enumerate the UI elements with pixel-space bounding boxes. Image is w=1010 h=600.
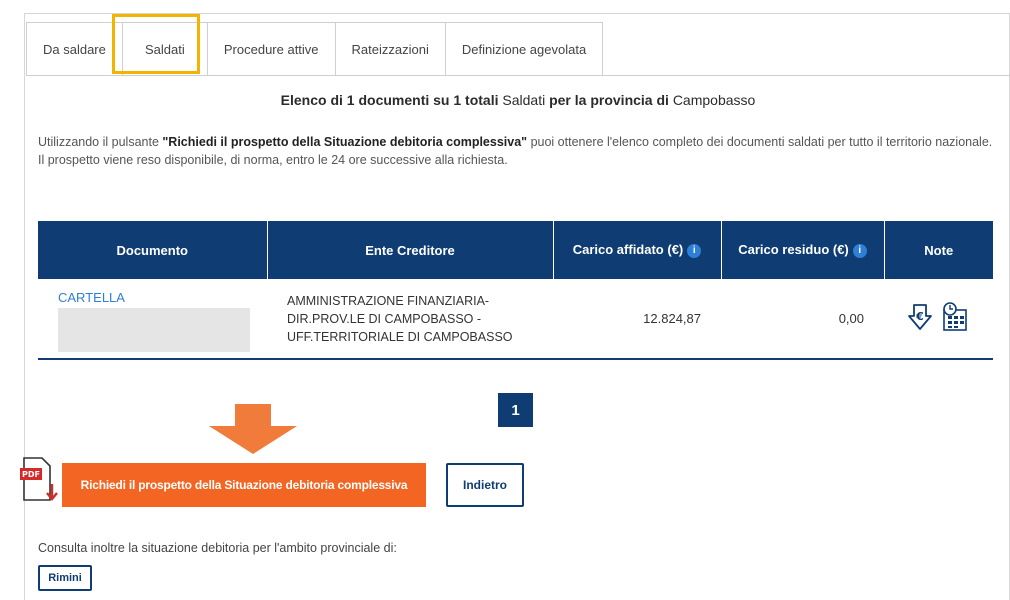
heading-middle: per la provincia di [549, 92, 669, 108]
col-ente-creditore: Ente Creditore [267, 221, 554, 279]
back-button[interactable]: Indietro [446, 463, 524, 507]
cell-ente-creditore: AMMINISTRAZIONE FINANZIARIA- DIR.PROV.LE… [267, 279, 553, 360]
page-title: Elenco di 1 documenti su 1 totali Saldat… [26, 92, 1010, 108]
heading-province: Campobasso [672, 92, 756, 108]
table-header-row: Documento Ente Creditore Carico affidato… [38, 221, 993, 279]
pagination-current-page[interactable]: 1 [498, 393, 533, 427]
documents-table: Documento Ente Creditore Carico affidato… [38, 221, 993, 360]
tab-saldati[interactable]: Saldati [121, 22, 208, 76]
pdf-icon: PDF [20, 456, 62, 509]
document-link[interactable]: CARTELLA [58, 290, 125, 305]
col-carico-residuo: Carico residuo (€) i [721, 221, 885, 279]
col-documento: Documento [38, 221, 268, 279]
col-note: Note [884, 221, 993, 279]
heading-status: Saldati [502, 92, 546, 108]
euro-download-icon[interactable]: € [907, 303, 933, 334]
tab-underline [26, 75, 1010, 76]
arrow-down-icon [209, 404, 297, 459]
province-rimini-button[interactable]: Rimini [38, 565, 92, 591]
tab-definizione-agevolata[interactable]: Definizione agevolata [444, 22, 604, 76]
col-carico-affidato: Carico affidato (€) i [553, 221, 722, 279]
info-suffix: puoi ottenere l'elenco completo dei docu… [527, 135, 993, 149]
request-statement-button[interactable]: Richiedi il prospetto della Situazione d… [62, 463, 426, 507]
info-line2: Il prospetto viene reso disponibile, di … [38, 153, 508, 167]
cell-carico-residuo: 0,00 [721, 279, 884, 360]
ente-line: UFF.TERRITORIALE DI CAMPOBASSO [287, 329, 513, 344]
table-row: CARTELLA AMMINISTRAZIONE FINANZIARIA- DI… [38, 279, 993, 360]
col-carico-affidato-label: Carico affidato (€) [572, 242, 684, 258]
svg-text:€: € [915, 310, 924, 323]
tab-da-saldare[interactable]: Da saldare [26, 22, 123, 76]
consulta-text: Consulta inoltre la situazione debitoria… [38, 541, 397, 555]
tab-rateizzazioni[interactable]: Rateizzazioni [334, 22, 446, 76]
calculator-schedule-icon[interactable] [940, 302, 970, 335]
cell-note: € [884, 279, 993, 360]
cell-documento: CARTELLA [38, 279, 267, 360]
heading-prefix: Elenco di 1 documenti su 1 totali [280, 92, 499, 108]
ente-line: AMMINISTRAZIONE FINANZIARIA- [287, 293, 490, 308]
col-carico-residuo-label: Carico residuo (€) [738, 242, 849, 258]
cell-carico-affidato: 12.824,87 [553, 279, 721, 360]
redacted-document-number [58, 308, 250, 352]
pdf-label: PDF [22, 470, 40, 479]
info-bold: "Richiedi il prospetto della Situazione … [162, 135, 528, 149]
tab-bar: Da saldare Saldati Procedure attive Rate… [26, 22, 604, 76]
info-prefix: Utilizzando il pulsante [38, 135, 163, 149]
ente-line: DIR.PROV.LE DI CAMPOBASSO - [287, 311, 482, 326]
info-icon[interactable]: i [852, 243, 867, 258]
info-text: Utilizzando il pulsante "Richiedi il pro… [38, 133, 998, 169]
info-icon[interactable]: i [687, 243, 702, 258]
tab-procedure-attive[interactable]: Procedure attive [206, 22, 336, 76]
